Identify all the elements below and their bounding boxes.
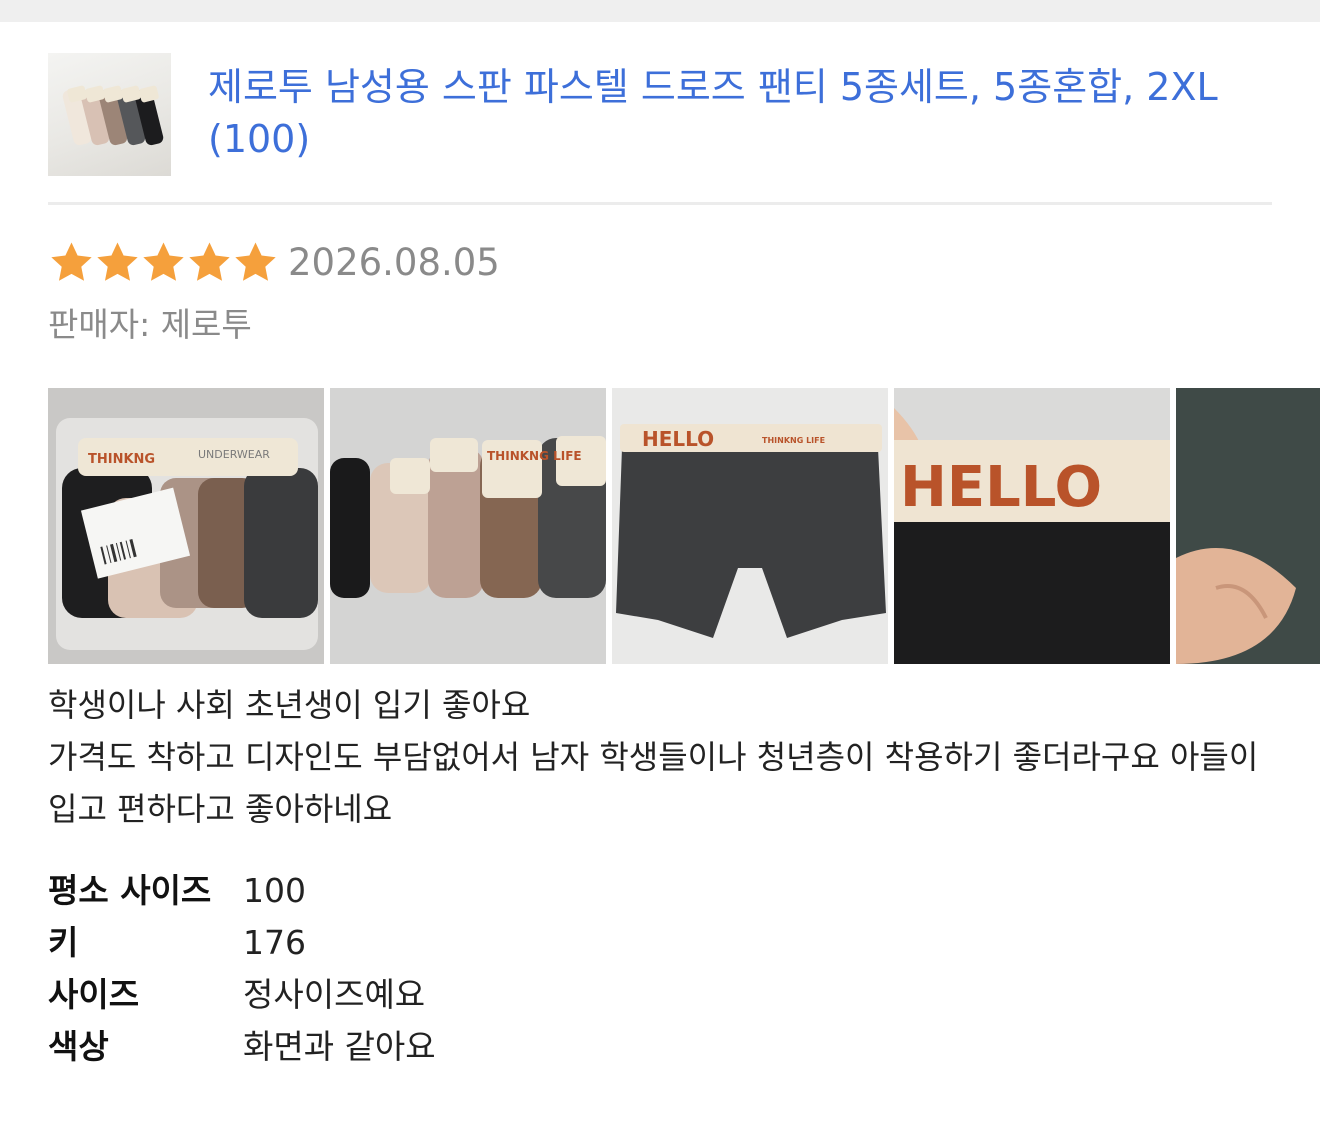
review-photo-strip[interactable]: THINKNG UNDERWEAR THINKNG LIFE HELLO THI…	[48, 388, 1320, 664]
review-photo-waistband-closeup[interactable]: HELLO	[894, 388, 1170, 664]
seller-label: 판매자: 제로투	[48, 305, 252, 344]
product-thumbnail[interactable]	[48, 53, 171, 176]
divider	[48, 202, 1272, 205]
star-rating	[48, 239, 278, 286]
spec-value: 176	[243, 923, 306, 962]
review-photo-fabric-stretch[interactable]	[1176, 388, 1320, 664]
review-photo-packaged-set[interactable]: THINKNG UNDERWEAR	[48, 388, 324, 664]
review-body-line: 학생이나 사회 초년생이 입기 좋아요	[48, 686, 531, 724]
review-photo-rolled-underwear[interactable]: THINKNG LIFE	[330, 388, 606, 664]
spec-label: 색상	[48, 1027, 109, 1066]
spec-row-usual-size: 평소 사이즈 100	[48, 865, 436, 917]
review-spec-table: 평소 사이즈 100 키 176 사이즈 정사이즈예요 색상 화면과 같아요	[48, 865, 436, 1073]
star-icon	[51, 242, 92, 281]
product-summary[interactable]: 제로투 남성용 스판 파스텔 드로즈 팬티 5종세트, 5종혼합, 2XL (1…	[48, 53, 1272, 176]
rating-row: 2026.08.05	[48, 236, 500, 288]
svg-text:UNDERWEAR: UNDERWEAR	[198, 448, 270, 461]
star-icon	[97, 242, 138, 281]
star-icon	[189, 242, 230, 281]
star-icon	[235, 242, 276, 281]
spec-row-color: 색상 화면과 같아요	[48, 1021, 436, 1073]
star-icon	[143, 242, 184, 281]
spec-value: 화면과 같아요	[243, 1027, 436, 1066]
svg-text:THINKNG: THINKNG	[88, 452, 155, 467]
review-date: 2026.08.05	[288, 240, 500, 284]
spec-row-size-fit: 사이즈 정사이즈예요	[48, 969, 436, 1021]
spec-value: 정사이즈예요	[243, 975, 426, 1014]
waistband-hello-text: HELLO	[642, 427, 714, 451]
product-title-link[interactable]: 제로투 남성용 스판 파스텔 드로즈 팬티 5종세트, 5종혼합, 2XL (1…	[208, 61, 1258, 165]
spec-label: 사이즈	[48, 975, 140, 1014]
spec-label: 평소 사이즈	[48, 871, 212, 910]
waistband-label: THINKNG LIFE	[487, 449, 582, 463]
waistband-brand-text: THINKNG LIFE	[762, 436, 825, 445]
review-photo-gray-drawers[interactable]: HELLO THINKNG LIFE	[612, 388, 888, 664]
review-body: 학생이나 사회 초년생이 입기 좋아요 가격도 착하고 디자인도 부담없어서 남…	[48, 679, 1272, 835]
spec-label: 키	[48, 923, 79, 962]
spec-row-height: 키 176	[48, 917, 436, 969]
top-bar	[0, 0, 1320, 22]
spec-value: 100	[243, 871, 306, 910]
waistband-closeup-text: HELLO	[900, 455, 1102, 520]
review-body-line: 가격도 착하고 디자인도 부담없어서 남자 학생들이나 청년층이 착용하기 좋더…	[48, 738, 1259, 828]
